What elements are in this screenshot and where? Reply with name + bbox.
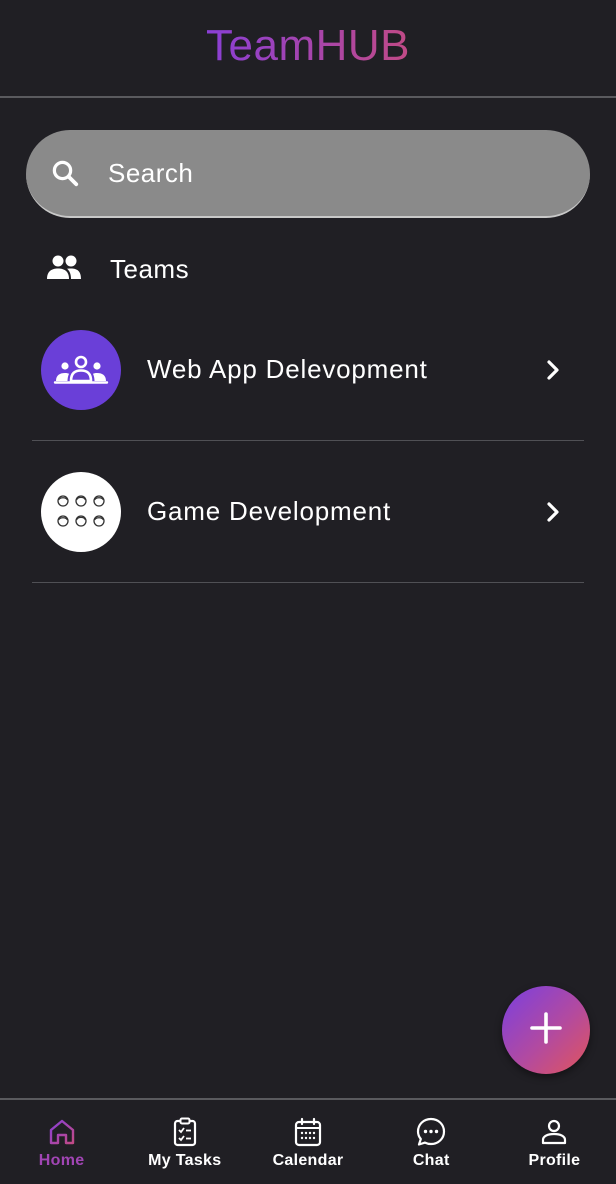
- teams-section-label: Teams: [110, 253, 190, 284]
- person-icon: [538, 1116, 570, 1148]
- team-avatar-web-app: [41, 329, 121, 410]
- team-row-game-dev[interactable]: Game Development: [32, 441, 584, 583]
- app-title: TeamHUB: [206, 21, 410, 70]
- home-icon: [46, 1116, 78, 1148]
- team-row-web-app[interactable]: Web App Delevopment: [32, 299, 584, 441]
- team-avatar-game-dev: [41, 471, 121, 552]
- nav-my-tasks[interactable]: My Tasks: [123, 1100, 246, 1184]
- chat-bubble-icon: [415, 1116, 447, 1148]
- search-bar[interactable]: [26, 130, 590, 218]
- teams-section-header: Teams: [46, 250, 189, 288]
- nav-label: My Tasks: [148, 1152, 222, 1169]
- nav-calendar[interactable]: Calendar: [246, 1100, 369, 1184]
- calendar-icon: [292, 1116, 324, 1148]
- people-grid-icon: [57, 494, 105, 527]
- nav-label: Profile: [528, 1152, 581, 1169]
- nav-home[interactable]: Home: [0, 1100, 123, 1184]
- group-icon: [46, 254, 82, 285]
- team-group-icon: [53, 355, 109, 384]
- nav-profile[interactable]: Profile: [493, 1100, 616, 1184]
- search-icon: [48, 156, 82, 190]
- bottom-navigation: Home My Tasks Calendar Chat Profile: [0, 1098, 616, 1184]
- app-header: TeamHUB: [0, 0, 616, 98]
- nav-label: Home: [38, 1152, 85, 1169]
- nav-label: Calendar: [272, 1152, 344, 1169]
- search-input[interactable]: [108, 157, 528, 189]
- nav-chat[interactable]: Chat: [370, 1100, 493, 1184]
- plus-icon: [529, 1011, 563, 1050]
- chevron-right-icon: [538, 497, 568, 527]
- chevron-right-icon: [538, 355, 568, 385]
- clipboard-check-icon: [169, 1116, 201, 1148]
- team-name: Game Development: [147, 496, 392, 526]
- team-name: Web App Delevopment: [147, 354, 428, 384]
- nav-label: Chat: [412, 1152, 450, 1169]
- add-team-button[interactable]: [502, 986, 590, 1074]
